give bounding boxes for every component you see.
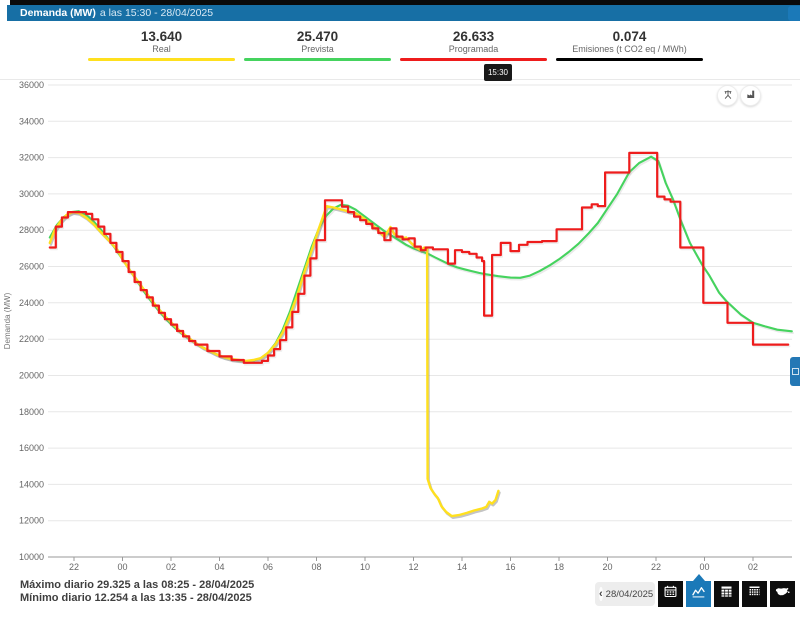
line-chart-icon (691, 584, 706, 604)
svg-text:14: 14 (457, 562, 467, 572)
chevron-left-icon: ‹ (599, 589, 603, 600)
table-icon (719, 584, 734, 604)
selected-date: 28/04/2025 (606, 589, 654, 600)
svg-text:22000: 22000 (19, 334, 44, 344)
demand-chart[interactable]: 10000 12000 14000 16000 18000 20000 22000 24000… (0, 0, 800, 619)
svg-text:18000: 18000 (19, 407, 44, 417)
svg-text:16: 16 (505, 562, 515, 572)
daily-max-text: Máximo diario 29.325 a las 08:25 - 28/04… (20, 579, 254, 592)
svg-text:14000: 14000 (19, 479, 44, 489)
svg-text:10000: 10000 (19, 552, 44, 562)
svg-text:20000: 20000 (19, 371, 44, 381)
side-panel-tab[interactable] (790, 357, 800, 386)
mosaic-grid-icon (747, 584, 762, 604)
active-tab-caret (693, 574, 705, 581)
svg-text:08: 08 (311, 562, 321, 572)
time-tooltip: 15:30 (484, 64, 512, 81)
mosaic-view-button[interactable] (742, 581, 767, 607)
line-chart-view-button[interactable] (686, 581, 711, 607)
svg-text:22: 22 (69, 562, 79, 572)
svg-text:26000: 26000 (19, 262, 44, 272)
svg-text:18: 18 (554, 562, 564, 572)
svg-text:00: 00 (117, 562, 127, 572)
svg-text:04: 04 (214, 562, 224, 572)
svg-text:02: 02 (166, 562, 176, 572)
svg-text:22: 22 (651, 562, 661, 572)
svg-text:00: 00 (699, 562, 709, 572)
date-selector[interactable]: ‹ 28/04/2025 (595, 582, 655, 606)
spain-map-icon (774, 583, 791, 605)
svg-text:30000: 30000 (19, 189, 44, 199)
calendar-icon (663, 584, 678, 604)
previous-day-button[interactable]: ‹ (599, 587, 603, 601)
daily-min-text: Mínimo diario 12.254 a las 13:35 - 28/04… (20, 592, 254, 605)
svg-text:02: 02 (748, 562, 758, 572)
svg-text:28000: 28000 (19, 225, 44, 235)
svg-text:06: 06 (263, 562, 273, 572)
map-view-button[interactable] (770, 581, 795, 607)
svg-text:Demanda (MW): Demanda (MW) (3, 292, 12, 349)
svg-text:12000: 12000 (19, 516, 44, 526)
daily-stats: Máximo diario 29.325 a las 08:25 - 28/04… (20, 579, 254, 605)
side-tab-icon (792, 368, 799, 375)
svg-text:34000: 34000 (19, 116, 44, 126)
svg-text:36000: 36000 (19, 80, 44, 90)
svg-text:20: 20 (602, 562, 612, 572)
svg-text:32000: 32000 (19, 153, 44, 163)
svg-text:10: 10 (360, 562, 370, 572)
calendar-button[interactable] (658, 581, 683, 607)
table-view-button[interactable] (714, 581, 739, 607)
svg-text:16000: 16000 (19, 443, 44, 453)
svg-text:12: 12 (408, 562, 418, 572)
svg-text:24000: 24000 (19, 298, 44, 308)
